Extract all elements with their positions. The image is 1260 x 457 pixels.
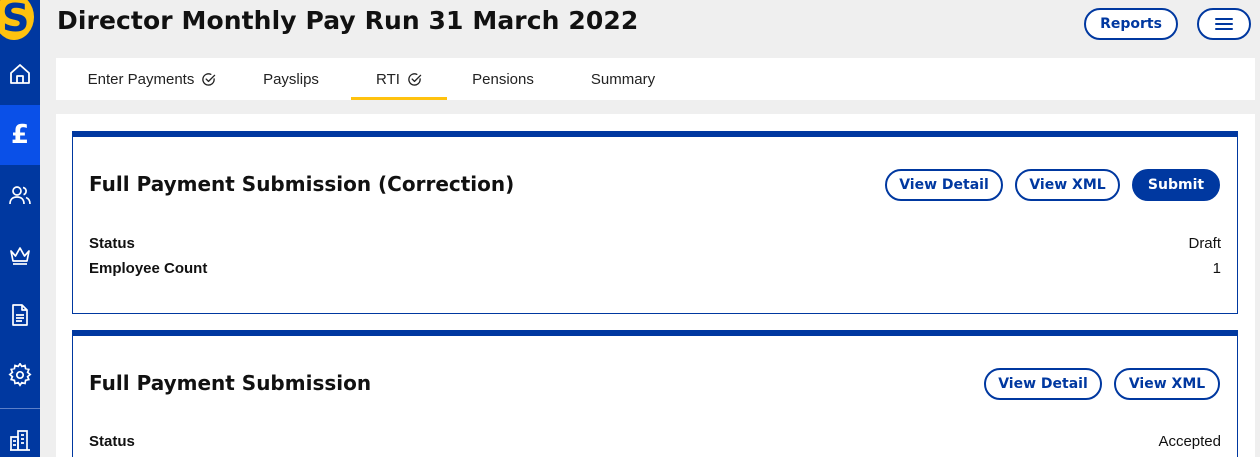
tab-label: RTI (376, 70, 400, 88)
tab-rti[interactable]: RTI (351, 58, 447, 100)
employees-nav-item[interactable] (0, 165, 40, 225)
hamburger-icon (1215, 18, 1233, 30)
tab-summary[interactable]: Summary (576, 58, 670, 100)
menu-button[interactable] (1197, 8, 1251, 40)
card-title: Full Payment Submission (89, 371, 372, 395)
pound-icon: £ (10, 120, 30, 150)
logo-letter: S (2, 0, 30, 40)
home-nav-item[interactable] (0, 44, 40, 104)
tab-pensions[interactable]: Pensions (456, 58, 550, 100)
fps-correction-card: Full Payment Submission (Correction) Vie… (72, 131, 1238, 314)
card-title: Full Payment Submission (Correction) (89, 172, 515, 196)
company-nav-item[interactable] (0, 410, 40, 457)
employee-count-label: Employee Count (89, 260, 208, 277)
payroll-nav-item[interactable]: £ (0, 105, 40, 165)
sidebar: S £ (0, 0, 40, 457)
tab-label: Enter Payments (87, 70, 195, 88)
status-label: Status (89, 433, 135, 450)
tab-enter-payments[interactable]: Enter Payments (72, 58, 232, 100)
view-xml-button[interactable]: View XML (1015, 169, 1120, 201)
view-detail-button[interactable]: View Detail (885, 169, 1003, 201)
view-xml-button[interactable]: View XML (1114, 368, 1220, 400)
building-icon (10, 430, 30, 451)
document-icon (12, 304, 28, 326)
logo[interactable]: S (0, 0, 40, 44)
tab-label: Payslips (263, 70, 319, 88)
tab-label: Summary (590, 70, 656, 88)
people-icon (9, 186, 31, 205)
tab-payslips[interactable]: Payslips (246, 58, 336, 100)
tab-bar: Enter Payments Payslips RTI Pensions Sum… (56, 58, 1255, 100)
home-icon (10, 64, 30, 84)
gear-icon (8, 363, 32, 387)
view-detail-button[interactable]: View Detail (984, 368, 1102, 400)
check-circle-icon (202, 72, 216, 86)
directors-nav-item[interactable] (0, 225, 40, 285)
page-title: Director Monthly Pay Run 31 March 2022 (57, 6, 639, 35)
tab-label: Pensions (472, 70, 534, 88)
fps-card: Full Payment Submission View Detail View… (72, 330, 1238, 457)
submit-button[interactable]: Submit (1132, 169, 1220, 201)
reports-nav-item[interactable] (0, 285, 40, 345)
employee-count-value: 1 (1212, 260, 1221, 277)
status-value: Draft (1188, 235, 1221, 252)
settings-nav-item[interactable] (0, 345, 40, 405)
status-value: Accepted (1158, 433, 1221, 450)
reports-button[interactable]: Reports (1084, 8, 1178, 40)
status-label: Status (89, 235, 135, 252)
check-circle-icon (408, 72, 422, 86)
crown-icon (10, 247, 30, 265)
sidebar-divider (0, 408, 40, 409)
